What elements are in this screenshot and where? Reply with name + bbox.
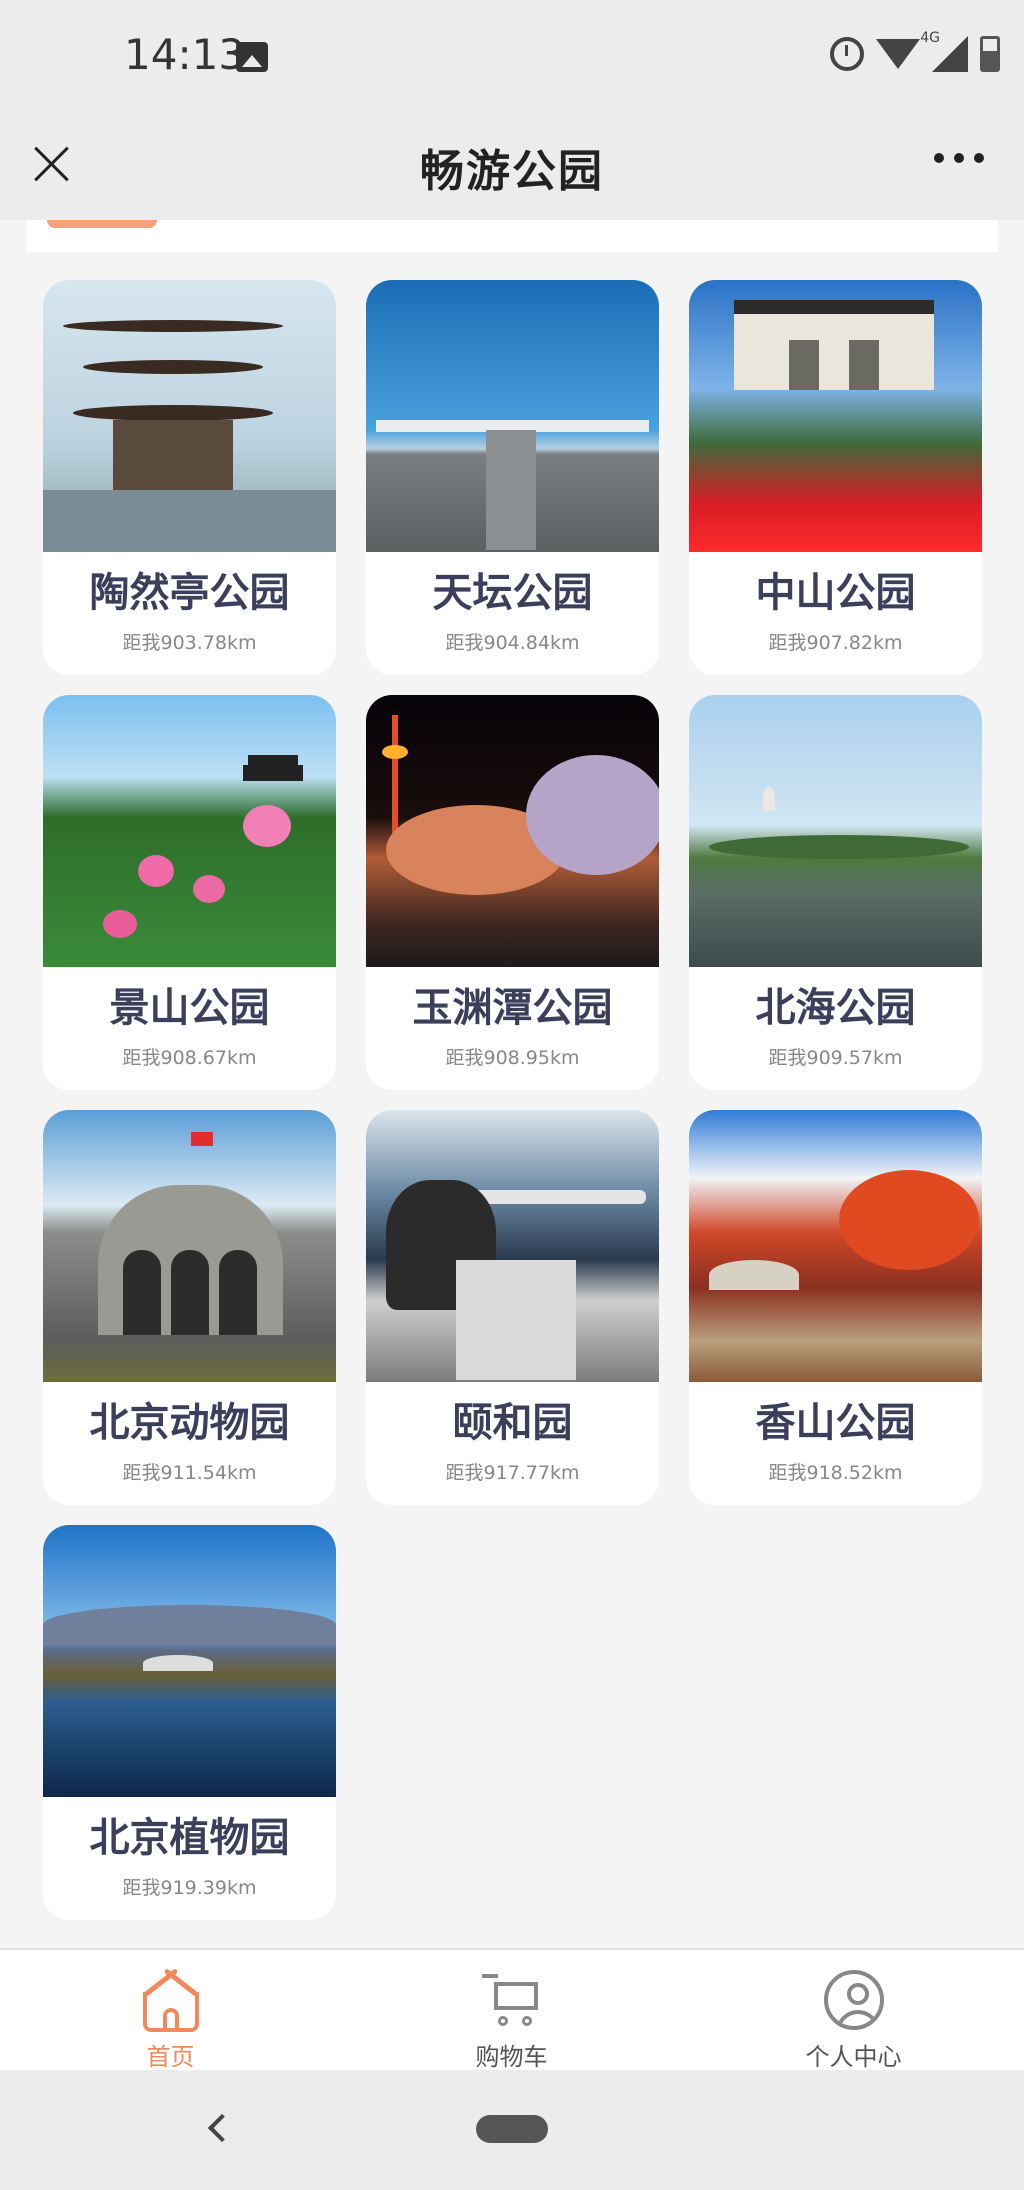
tab-home-label: 首页 xyxy=(146,2043,195,2071)
park-image xyxy=(43,1110,336,1382)
status-icons: 4G xyxy=(830,30,1000,72)
park-distance: 距我919.39km xyxy=(122,1877,257,1899)
status-bar: 14:13 4G xyxy=(0,0,1024,115)
user-icon xyxy=(822,1968,886,2031)
park-name: 北京动物园 xyxy=(89,1400,290,1446)
park-distance: 距我908.95km xyxy=(445,1047,580,1069)
network-type-label: 4G xyxy=(920,30,940,46)
park-image xyxy=(689,280,982,552)
banner-strip xyxy=(27,220,998,252)
park-image xyxy=(689,1110,982,1382)
park-card[interactable]: 景山公园 距我908.67km xyxy=(43,695,336,1090)
park-name: 香山公园 xyxy=(755,1400,916,1446)
park-image xyxy=(366,280,659,552)
park-card[interactable]: 陶然亭公园 距我903.78km xyxy=(43,280,336,675)
park-card[interactable]: 北京动物园 距我911.54km xyxy=(43,1110,336,1505)
page-title: 畅游公园 xyxy=(420,146,604,197)
tab-profile-label: 个人中心 xyxy=(805,2043,902,2071)
park-image xyxy=(43,1525,336,1797)
wifi-icon xyxy=(876,39,920,69)
park-card[interactable]: 北海公园 距我909.57km xyxy=(689,695,982,1090)
park-distance: 距我909.57km xyxy=(768,1047,903,1069)
park-image xyxy=(689,695,982,967)
back-icon[interactable] xyxy=(207,2113,237,2143)
alarm-icon xyxy=(830,37,864,71)
park-image xyxy=(366,1110,659,1382)
home-icon xyxy=(139,1968,203,2032)
park-name: 天坛公园 xyxy=(432,570,593,616)
banner-indicator xyxy=(47,220,157,228)
park-distance: 距我918.52km xyxy=(768,1462,903,1484)
park-card[interactable]: 天坛公园 距我904.84km xyxy=(366,280,659,675)
tab-profile[interactable]: 个人中心 xyxy=(683,1950,1024,2072)
park-distance: 距我904.84km xyxy=(445,632,580,654)
battery-icon xyxy=(980,36,1000,72)
park-distance: 距我907.82km xyxy=(768,632,903,654)
park-name: 北海公园 xyxy=(755,985,916,1031)
park-card[interactable]: 颐和园 距我917.77km xyxy=(366,1110,659,1505)
park-name: 中山公园 xyxy=(755,570,916,616)
park-distance: 距我908.67km xyxy=(122,1047,257,1069)
tab-cart[interactable]: 购物车 xyxy=(341,1950,682,2072)
park-card[interactable]: 玉渊潭公园 距我908.95km xyxy=(366,695,659,1090)
park-distance: 距我917.77km xyxy=(445,1462,580,1484)
image-notification-icon xyxy=(236,42,268,72)
park-image xyxy=(43,280,336,552)
park-name: 北京植物园 xyxy=(89,1815,290,1861)
home-gesture-pill[interactable] xyxy=(476,2115,548,2143)
park-image xyxy=(43,695,336,967)
park-card[interactable]: 北京植物园 距我919.39km xyxy=(43,1525,336,1920)
cart-icon xyxy=(480,1968,544,2031)
system-nav-bar xyxy=(0,2070,1024,2190)
park-name: 玉渊潭公园 xyxy=(412,985,613,1031)
more-icon[interactable] xyxy=(934,153,984,167)
park-card[interactable]: 香山公园 距我918.52km xyxy=(689,1110,982,1505)
park-name: 颐和园 xyxy=(452,1400,573,1446)
park-distance: 距我903.78km xyxy=(122,632,257,654)
tab-home[interactable]: 首页 xyxy=(0,1950,341,2072)
park-distance: 距我911.54km xyxy=(122,1462,257,1484)
park-image xyxy=(366,695,659,967)
status-time: 14:13 xyxy=(124,30,246,79)
bottom-tab-bar: 首页 购物车 个人中心 xyxy=(0,1948,1024,2072)
park-name: 陶然亭公园 xyxy=(89,570,290,616)
park-name: 景山公园 xyxy=(109,985,270,1031)
tab-cart-label: 购物车 xyxy=(475,2043,548,2071)
park-card[interactable]: 中山公园 距我907.82km xyxy=(689,280,982,675)
app-header: 畅游公园 xyxy=(0,115,1024,220)
